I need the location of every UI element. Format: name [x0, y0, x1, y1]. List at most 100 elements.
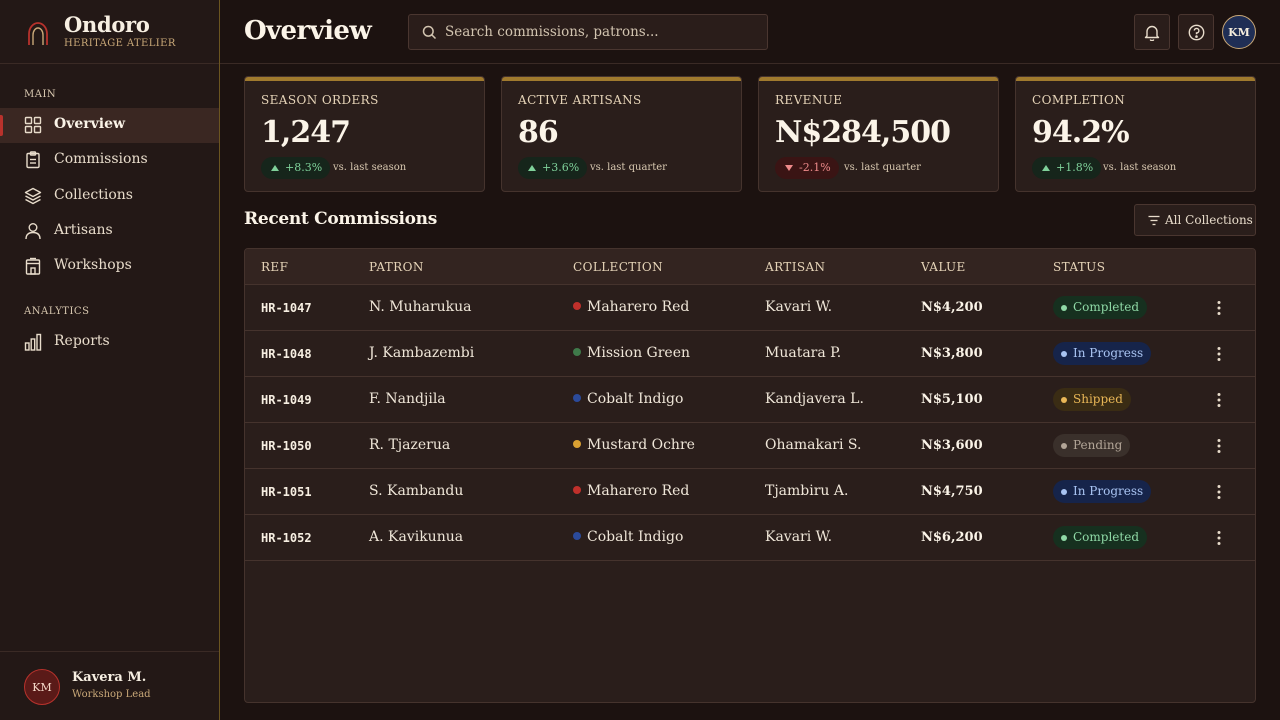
column-header-value[interactable]: VALUE — [921, 260, 966, 274]
user-icon — [25, 223, 41, 240]
section-title: Recent Commissions — [244, 209, 438, 229]
cell-ref: HR-1050 — [261, 439, 312, 453]
sidebar-item-collections[interactable]: Collections — [0, 179, 219, 214]
trend-up-icon — [1042, 165, 1050, 171]
page-title: Overview — [244, 16, 372, 46]
kpi-label: REVENUE — [775, 93, 843, 107]
kpi-change: -2.1% — [799, 161, 831, 174]
kpi-label: ACTIVE ARTISANS — [518, 93, 642, 107]
notifications-button[interactable] — [1134, 14, 1170, 50]
grid-icon — [24, 116, 42, 134]
more-options-icon[interactable] — [1209, 344, 1229, 364]
collection-color-dot — [573, 532, 581, 540]
cell-ref: HR-1047 — [261, 301, 312, 315]
brand: Ondoro HERITAGE ATELIER — [0, 0, 219, 64]
clipboard-icon — [26, 151, 40, 169]
status-badge: Completed — [1053, 296, 1148, 319]
cell-value: N$3,800 — [921, 346, 983, 361]
user-avatar-button[interactable]: KM — [1222, 15, 1256, 49]
cell-value: N$6,200 — [921, 530, 983, 545]
kpi-change: +8.3% — [285, 161, 323, 174]
more-options-icon[interactable] — [1209, 298, 1229, 318]
help-button[interactable] — [1178, 14, 1214, 50]
cell-artisan: Tjambiru A. — [765, 483, 849, 499]
sidebar-item-artisans[interactable]: Artisans — [0, 214, 219, 249]
column-header-collection[interactable]: COLLECTION — [573, 260, 663, 274]
table-row[interactable]: HR-1052 A. Kavikunua Cobalt Indigo Kavar… — [245, 515, 1255, 561]
cell-patron: R. Tjazerua — [369, 437, 451, 453]
cell-collection: Maharero Red — [573, 483, 689, 499]
table-row[interactable]: HR-1051 S. Kambandu Maharero Red Tjambir… — [245, 469, 1255, 515]
cell-patron: S. Kambandu — [369, 483, 464, 499]
status-badge: In Progress — [1053, 480, 1152, 503]
trend-up-icon — [271, 165, 279, 171]
sidebar-item-label: Reports — [54, 333, 110, 349]
sidebar-item-overview[interactable]: Overview — [0, 108, 219, 143]
status-badge: Completed — [1053, 526, 1148, 549]
sidebar: Ondoro HERITAGE ATELIER MAIN Overview Co… — [0, 0, 220, 720]
cell-value: N$5,100 — [921, 392, 983, 407]
column-header-status[interactable]: STATUS — [1053, 260, 1105, 274]
trend-down-icon — [785, 165, 793, 171]
cell-collection: Cobalt Indigo — [573, 529, 683, 545]
kpi-value: 94.2% — [1032, 115, 1130, 150]
user-name: Kavera M. — [72, 670, 147, 685]
arch-logo-icon — [28, 22, 48, 45]
kpi-change: +1.8% — [1056, 161, 1094, 174]
table-row[interactable]: HR-1048 J. Kambazembi Mission Green Muat… — [245, 331, 1255, 377]
sidebar-item-workshops[interactable]: Workshops — [0, 249, 219, 284]
cell-collection: Mustard Ochre — [573, 437, 695, 453]
cell-artisan: Kandjavera L. — [765, 391, 864, 407]
column-header-ref[interactable]: REF — [261, 260, 288, 274]
collection-label: Cobalt Indigo — [587, 529, 684, 545]
sidebar-item-commissions[interactable]: Commissions — [0, 143, 219, 178]
sidebar-item-reports[interactable]: Reports — [0, 325, 219, 360]
cell-value: N$4,200 — [921, 300, 983, 315]
cell-patron: A. Kavikunua — [369, 529, 464, 545]
brand-subtitle: HERITAGE ATELIER — [64, 38, 176, 49]
kpi-label: COMPLETION — [1032, 93, 1126, 107]
more-options-icon[interactable] — [1209, 390, 1229, 410]
cell-artisan: Ohamakari S. — [765, 437, 862, 453]
collection-label: Mission Green — [587, 345, 691, 361]
kpi-value: 1,247 — [261, 115, 351, 150]
commissions-table: REF PATRON COLLECTION ARTISAN VALUE STAT… — [244, 248, 1256, 703]
status-badge: In Progress — [1053, 342, 1152, 365]
more-options-icon[interactable] — [1209, 436, 1229, 456]
collection-color-dot — [573, 302, 581, 310]
brand-name: Ondoro — [64, 12, 150, 37]
help-icon — [1188, 24, 1204, 40]
search-input[interactable] — [445, 21, 755, 43]
sidebar-item-label: Collections — [54, 187, 133, 203]
table-row[interactable]: HR-1047 N. Muharukua Maharero Red Kavari… — [245, 285, 1255, 331]
sidebar-item-label: Workshops — [54, 257, 132, 273]
kpi-card-revenue: REVENUE N$284,500 -2.1% vs. last quarter — [758, 76, 999, 192]
column-header-artisan[interactable]: ARTISAN — [765, 260, 825, 274]
collection-label: Cobalt Indigo — [587, 391, 684, 407]
kpi-change-badge: +8.3% — [261, 157, 331, 179]
kpi-label: SEASON ORDERS — [261, 93, 379, 107]
kpi-compare: vs. last season — [1103, 162, 1177, 173]
collection-label: Maharero Red — [587, 299, 690, 315]
collection-label: Mustard Ochre — [587, 437, 695, 453]
column-header-patron[interactable]: PATRON — [369, 260, 424, 274]
cell-artisan: Muatara P. — [765, 345, 842, 361]
collection-filter-button[interactable]: All Collections — [1134, 204, 1256, 236]
status-badge: Pending — [1053, 434, 1131, 457]
search-box[interactable] — [408, 14, 768, 50]
kpi-card-season-orders: SEASON ORDERS 1,247 +8.3% vs. last seaso… — [244, 76, 485, 192]
status-badge: Shipped — [1053, 388, 1131, 411]
table-row[interactable]: HR-1050 R. Tjazerua Mustard Ochre Ohamak… — [245, 423, 1255, 469]
more-options-icon[interactable] — [1209, 528, 1229, 548]
cell-value: N$4,750 — [921, 484, 983, 499]
cell-artisan: Kavari W. — [765, 529, 833, 545]
more-options-icon[interactable] — [1209, 482, 1229, 502]
table-row[interactable]: HR-1049 F. Nandjila Cobalt Indigo Kandja… — [245, 377, 1255, 423]
kpi-change-badge: -2.1% — [775, 157, 839, 179]
avatar: KM — [24, 669, 60, 705]
bar-chart-icon — [24, 333, 42, 351]
cell-value: N$3,600 — [921, 438, 983, 453]
cell-collection: Maharero Red — [573, 299, 689, 315]
current-user[interactable]: KM Kavera M. Workshop Lead — [0, 651, 219, 720]
collection-color-dot — [573, 440, 581, 448]
